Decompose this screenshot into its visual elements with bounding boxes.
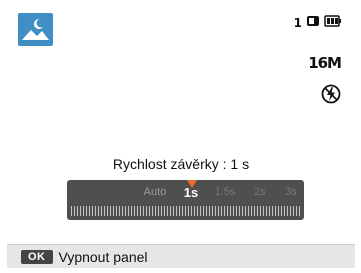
ok-button[interactable]: OK: [21, 249, 53, 264]
shutter-option-1-5s[interactable]: 1.5s: [215, 186, 236, 198]
camera-screen: 1 16M Rychlost závěrky : 1 s Auto 1s 1.5…: [7, 6, 355, 268]
memory-card-icon: [306, 14, 320, 32]
close-panel-label: Vypnout panel: [58, 248, 148, 265]
night-scene-icon[interactable]: [18, 13, 53, 46]
shutter-values: Auto 1s 1.5s 2s 3s: [67, 185, 304, 202]
bottom-bar: OK Vypnout panel: [7, 244, 355, 268]
shutter-option-3s[interactable]: 3s: [285, 186, 297, 198]
flash-off-icon: [321, 84, 341, 104]
shutter-option-auto[interactable]: Auto: [144, 186, 167, 198]
slider-scale: [71, 206, 300, 216]
shutter-speed-slider[interactable]: Auto 1s 1.5s 2s 3s: [67, 180, 304, 220]
shots-remaining: 1: [293, 16, 302, 30]
status-bar: 1: [294, 15, 342, 31]
resolution-indicator: 16M: [308, 54, 342, 72]
selection-marker-icon: [187, 180, 197, 188]
shutter-option-2s[interactable]: 2s: [254, 186, 266, 198]
shutter-speed-caption: Rychlost závěrky : 1 s: [112, 156, 250, 172]
battery-icon: [324, 14, 342, 32]
